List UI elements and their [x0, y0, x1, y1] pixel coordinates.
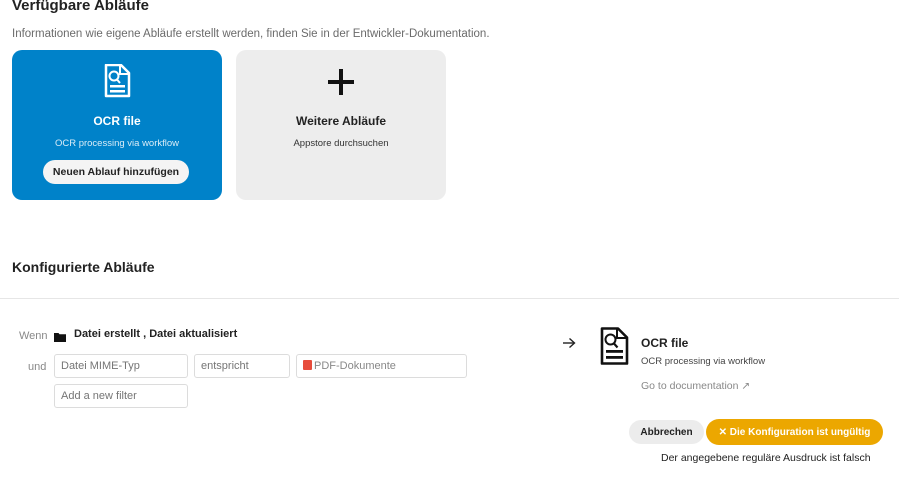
document-search-icon [600, 327, 629, 365]
plus-icon [328, 69, 354, 95]
event-selector[interactable]: Datei erstellt , Datei aktualisiert [74, 328, 237, 340]
pdf-icon [303, 360, 312, 370]
value-placeholder: PDF-Dokumente [314, 360, 396, 372]
add-filter-input[interactable] [54, 384, 188, 408]
operator-input[interactable] [194, 354, 290, 378]
section-divider [0, 298, 899, 299]
operation-title: OCR file [641, 336, 689, 350]
and-label: und [28, 361, 47, 373]
document-search-icon [104, 64, 131, 98]
card-title: Weitere Abläufe [295, 114, 387, 128]
available-workflows-subtitle: Informationen wie eigene Abläufe erstell… [12, 28, 490, 40]
cancel-button[interactable]: Abbrechen [629, 420, 704, 444]
add-workflow-button[interactable]: Neuen Ablauf hinzufügen [43, 160, 189, 184]
when-label: Wenn [19, 330, 48, 342]
documentation-link[interactable]: Go to documentation ↗ [641, 380, 750, 392]
available-workflows-title: Verfügbare Abläufe [12, 0, 149, 14]
arrow-right-icon [563, 337, 576, 349]
workflow-card-ocr[interactable]: OCR file OCR processing via workflow Neu… [12, 50, 222, 200]
card-description: OCR processing via workflow [54, 138, 180, 149]
value-select[interactable]: PDF-Dokumente [296, 354, 467, 378]
invalid-config-button[interactable]: ✕ Die Konfiguration ist ungültig [706, 419, 883, 445]
folder-icon [54, 333, 66, 342]
card-title: OCR file [93, 114, 141, 128]
workflow-card-more[interactable]: Weitere Abläufe Appstore durchsuchen [236, 50, 446, 200]
configured-workflows-title: Konfigurierte Abläufe [12, 259, 155, 275]
error-message: Der angegebene reguläre Ausdruck ist fal… [661, 452, 871, 464]
operation-description: OCR processing via workflow [641, 356, 766, 367]
mime-type-input[interactable] [54, 354, 188, 378]
card-description: Appstore durchsuchen [293, 138, 389, 149]
